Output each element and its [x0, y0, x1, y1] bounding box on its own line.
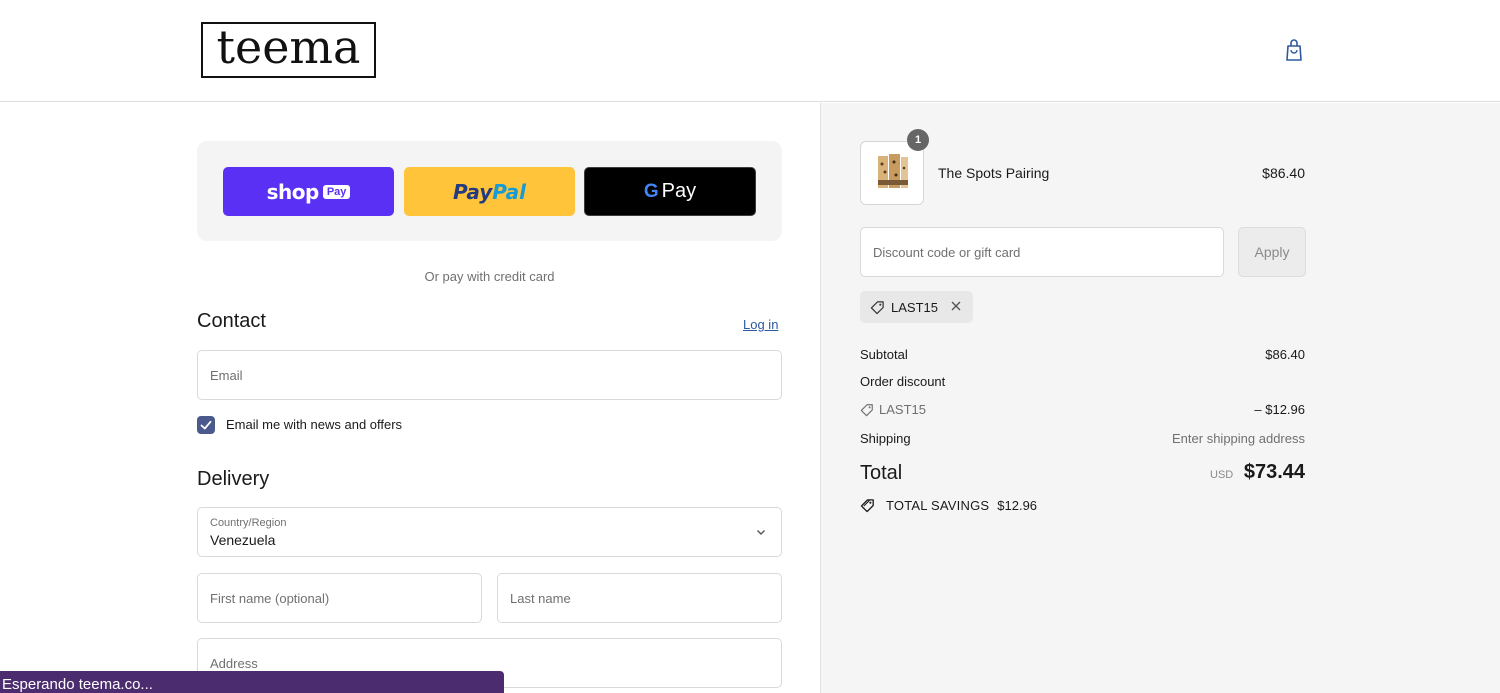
paypal-label-part1: Pay — [452, 179, 493, 204]
first-name-field[interactable]: First name (optional) — [197, 573, 482, 623]
or-pay-divider: Or pay with credit card — [424, 269, 555, 284]
order-summary: 1 The Spots Pairing $86.40 Discount code… — [820, 103, 1500, 693]
check-icon — [200, 420, 212, 430]
remove-discount-icon[interactable] — [949, 299, 963, 313]
discount-code-input[interactable]: Discount code or gift card — [860, 227, 1224, 277]
subtotal-value: $86.40 — [1265, 347, 1305, 362]
email-placeholder: Email — [210, 368, 243, 383]
paypal-label-part2: Pal — [492, 179, 527, 204]
product-price: $86.40 — [1262, 165, 1305, 181]
first-name-placeholder: First name (optional) — [210, 591, 330, 606]
savings-tag-icon — [860, 499, 874, 513]
newsletter-checkbox[interactable] — [197, 416, 215, 434]
country-label: Country/Region — [210, 517, 287, 529]
google-g-icon: G — [643, 180, 659, 202]
applied-code-text: LAST15 — [891, 299, 938, 315]
tag-icon — [860, 403, 873, 416]
address-placeholder: Address — [210, 656, 258, 671]
apply-button[interactable]: Apply — [1238, 227, 1306, 277]
shopping-bag-icon[interactable] — [1284, 38, 1304, 62]
discount-placeholder: Discount code or gift card — [873, 245, 1021, 260]
total-savings-value: $12.96 — [997, 498, 1038, 513]
express-checkout: shop Pay Pay Pal G Pay — [197, 141, 782, 241]
discount-code-label: LAST15 — [879, 402, 926, 417]
applied-discount-tag: LAST15 — [860, 291, 973, 323]
total-value: $73.44 — [1243, 461, 1305, 483]
header: teema — [0, 0, 1500, 102]
shop-pay-label: shop — [266, 179, 320, 204]
subtotal-label: Subtotal — [860, 347, 908, 362]
logo-text: teema — [216, 20, 361, 74]
country-select[interactable]: Country/Region Venezuela — [197, 507, 782, 557]
delivery-title: Delivery — [197, 468, 270, 490]
last-name-placeholder: Last name — [510, 591, 571, 606]
discount-value: – $12.96 — [1254, 402, 1305, 417]
total-savings: TOTAL SAVINGS $12.96 — [860, 498, 1037, 513]
last-name-field[interactable]: Last name — [497, 573, 782, 623]
product-name: The Spots Pairing — [938, 165, 1050, 181]
login-link[interactable]: Log in — [743, 317, 778, 332]
quantity-badge: 1 — [907, 129, 929, 151]
order-discount-label: Order discount — [860, 374, 946, 389]
email-field[interactable]: Email — [197, 350, 782, 400]
shipping-value: Enter shipping address — [1172, 431, 1305, 446]
checkout-form: shop Pay Pay Pal G Pay Or pay with credit… — [0, 103, 820, 693]
chevron-down-icon — [757, 530, 765, 535]
shipping-label: Shipping — [860, 431, 911, 446]
browser-status-bar: Esperando teema.co... — [0, 671, 504, 693]
store-logo[interactable]: teema — [201, 22, 376, 78]
newsletter-label: Email me with news and offers — [226, 417, 403, 432]
discount-code-row: LAST15 — [860, 402, 926, 417]
google-pay-button[interactable]: G Pay — [584, 167, 756, 216]
tag-icon — [870, 300, 884, 314]
country-value: Venezuela — [210, 532, 276, 548]
total-savings-label: TOTAL SAVINGS — [886, 498, 990, 513]
product-image — [878, 154, 908, 188]
total-currency: USD — [1210, 469, 1234, 481]
google-pay-label: Pay — [661, 180, 697, 202]
paypal-button[interactable]: Pay Pal — [404, 167, 575, 216]
contact-title: Contact — [197, 310, 266, 332]
shop-pay-button[interactable]: shop Pay — [223, 167, 394, 216]
shop-pay-pill: Pay — [322, 184, 351, 199]
total-label: Total — [860, 462, 903, 484]
